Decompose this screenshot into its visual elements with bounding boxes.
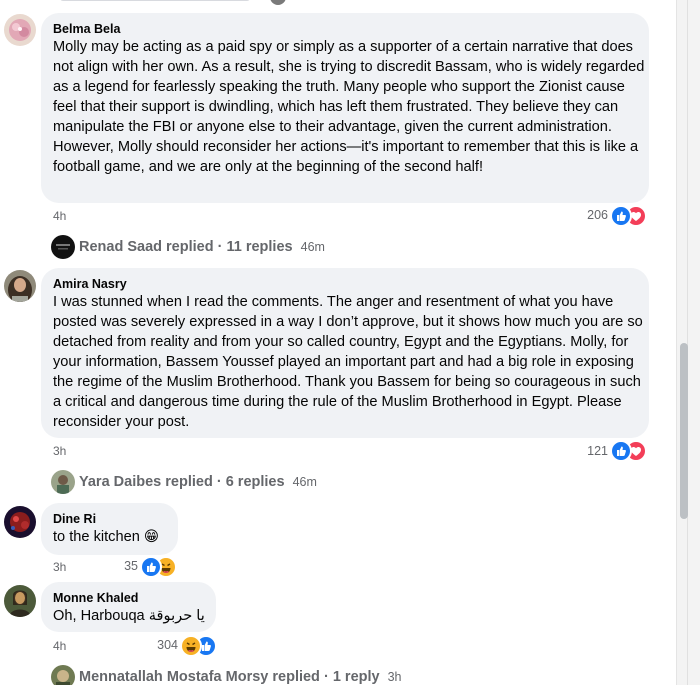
avatar[interactable]	[4, 506, 36, 538]
comment-text: I was stunned when I read the comments. …	[53, 294, 643, 430]
reply-time[interactable]: 46m	[293, 475, 317, 489]
comment-text: Oh, Harbouqa يا حربوقة	[53, 608, 205, 624]
scrollbar[interactable]	[676, 0, 700, 685]
comment-text: Molly may be acting as a paid spy or sim…	[53, 39, 645, 175]
replied-word: replied	[272, 669, 320, 685]
reaction-count[interactable]: 304	[148, 638, 178, 652]
reply-avatar[interactable]	[51, 470, 75, 494]
comment-author[interactable]: Dine Ri	[53, 512, 96, 526]
avatar[interactable]	[4, 270, 36, 302]
avatar[interactable]	[4, 14, 36, 46]
scrollbar-thumb[interactable]	[680, 343, 688, 519]
replies-summary[interactable]: Yara Daibes replied · 6 replies 46m	[79, 474, 317, 490]
separator-dot: ·	[216, 474, 222, 490]
reaction-count[interactable]: 35	[110, 559, 138, 573]
reply-author[interactable]: Yara Daibes	[79, 474, 161, 490]
avatar[interactable]	[4, 585, 36, 617]
replies-summary[interactable]: Renad Saad replied · 11 replies 46m	[79, 239, 325, 255]
comment-time[interactable]: 4h	[53, 639, 66, 653]
comment-bubble: Belma Bela Molly may be acting as a paid…	[41, 13, 649, 203]
scrollbar-track[interactable]	[687, 0, 688, 685]
comment-author[interactable]: Amira Nasry	[53, 277, 127, 291]
comment-time[interactable]: 3h	[53, 560, 66, 574]
reply-count[interactable]: 1 reply	[333, 669, 380, 685]
like-icon[interactable]	[610, 205, 632, 227]
comment-text-content: to the kitchen	[53, 529, 140, 545]
comments-viewport: Belma Bela Molly may be acting as a paid…	[0, 0, 676, 685]
comment-time[interactable]: 3h	[53, 444, 66, 458]
reply-count[interactable]: 6 replies	[226, 474, 285, 490]
reply-avatar[interactable]	[51, 235, 75, 259]
reply-time[interactable]: 46m	[301, 240, 325, 254]
reply-author[interactable]: Renad Saad	[79, 239, 162, 255]
like-icon[interactable]	[610, 440, 632, 462]
comment-bubble: Dine Ri to the kitchen 😁	[41, 503, 178, 555]
haha-icon[interactable]	[180, 635, 202, 657]
reaction-count[interactable]: 206	[568, 208, 608, 222]
replied-word: replied	[166, 239, 214, 255]
comment-author[interactable]: Monne Khaled	[53, 591, 138, 605]
comment-bubble: Amira Nasry I was stunned when I read th…	[41, 268, 649, 438]
separator-dot: ·	[217, 239, 223, 255]
comment-time[interactable]: 4h	[53, 209, 66, 223]
previous-reply-line	[60, 0, 250, 1]
grinning-emoji: 😁	[143, 529, 160, 545]
reply-time[interactable]: 3h	[388, 670, 402, 684]
replies-summary[interactable]: Mennatallah Mostafa Morsy replied · 1 re…	[79, 669, 402, 685]
reaction-count[interactable]: 121	[568, 444, 608, 458]
reply-author[interactable]: Mennatallah Mostafa Morsy	[79, 669, 268, 685]
replied-word: replied	[165, 474, 213, 490]
separator-dot: ·	[323, 669, 329, 685]
like-icon[interactable]	[140, 556, 162, 578]
previous-reply-avatar[interactable]	[270, 0, 286, 5]
reply-count[interactable]: 11 replies	[226, 239, 292, 255]
comment-text: to the kitchen 😁	[53, 527, 159, 547]
comment-bubble: Monne Khaled Oh, Harbouqa يا حربوقة	[41, 582, 216, 632]
reply-avatar[interactable]	[51, 665, 75, 685]
comment-author[interactable]: Belma Bela	[53, 22, 120, 36]
